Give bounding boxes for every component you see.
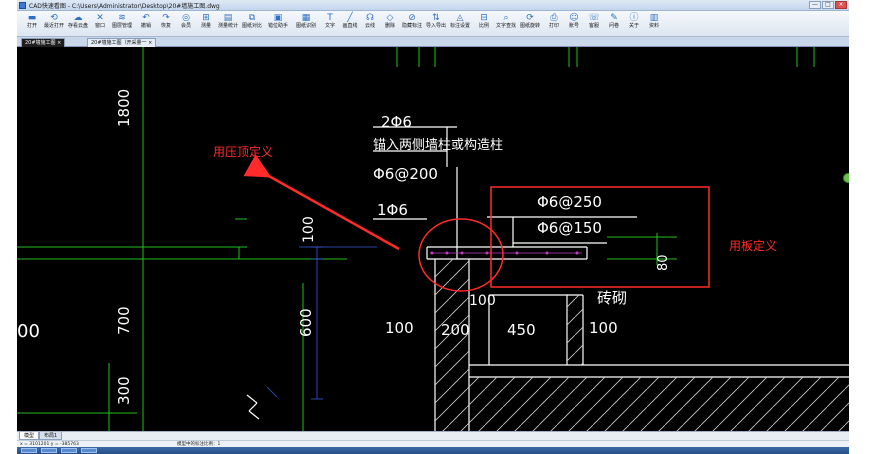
toolbar-button-21[interactable]: ⌕ 文字查找 bbox=[495, 13, 517, 35]
blue-dimension-lines bbox=[266, 246, 377, 400]
dim-100-b: 100 bbox=[589, 319, 618, 337]
label-phi6-150: Φ6@150 bbox=[537, 219, 602, 237]
text-search-icon: ⌕ bbox=[503, 13, 509, 23]
green-grid-lines bbox=[17, 47, 815, 431]
wall-hatch bbox=[435, 259, 469, 431]
taskbar-item[interactable] bbox=[41, 448, 57, 453]
document-tabs: 20#墙施工图 × 20#墙施工图（开采量一 × bbox=[17, 37, 849, 47]
taskbar-start-button[interactable] bbox=[21, 448, 37, 453]
toolbar-button-label: 资料 bbox=[648, 23, 659, 29]
compare-icon: ⧉ bbox=[248, 13, 256, 23]
layers-icon: ≋ bbox=[118, 13, 126, 23]
parapet-annotation-label: 用压顶定义 bbox=[213, 145, 274, 159]
drawing-canvas[interactable]: 2Φ6 锚入两侧墙柱或构造柱 Φ6@200 1Φ6 Φ6@250 Φ6@150 … bbox=[17, 47, 849, 431]
main-toolbar: ▬ 打开 ⟲ 最近打开 ☁ 存看云盘 ✕ 窗口 ≋ 图层管理 ↶ 撤销 ↷ 恢复 ◎ 会员 ⊞ 测量 ▤ 测量统计 ⧉ 图… bbox=[17, 11, 849, 37]
toolbar-button-19[interactable]: ◬ 标注设置 bbox=[449, 13, 471, 35]
toolbar-button-17[interactable]: ⊘ 隐藏标注 bbox=[401, 13, 423, 35]
tab-model[interactable]: 模型 bbox=[19, 432, 40, 440]
brick-hatch bbox=[567, 295, 583, 365]
minimize-button[interactable]: — bbox=[809, 1, 821, 9]
toolbar-button-18[interactable]: ⇅ 导入导出 bbox=[425, 13, 447, 35]
tab-label: 20#墙施工图 bbox=[25, 40, 56, 46]
docs-icon: ▥ bbox=[649, 13, 659, 23]
tab-label: 20#墙施工图（开采量一 bbox=[91, 40, 147, 46]
toolbar-button-label: 错位助手 bbox=[267, 23, 288, 29]
dim-100-c: 100 bbox=[469, 293, 496, 309]
scale-icon: ⊟ bbox=[480, 13, 488, 23]
text-icon: T bbox=[327, 13, 333, 23]
tab-close-icon[interactable]: × bbox=[57, 40, 61, 46]
tab-wall-drawing-copy[interactable]: 20#墙施工图（开采量一 × bbox=[87, 38, 157, 47]
measure-icon: ⊞ bbox=[202, 13, 210, 23]
eraser-icon: ◇ bbox=[386, 13, 394, 23]
dim-100-v: 100 bbox=[301, 216, 317, 243]
measure-stats-icon: ▤ bbox=[223, 13, 233, 23]
dim-600: 600 bbox=[297, 308, 315, 337]
taskbar-item[interactable] bbox=[61, 448, 77, 453]
dim-300: 300 bbox=[115, 376, 133, 405]
toolbar-button-11[interactable]: ▣ 错位助手 bbox=[267, 13, 289, 35]
tab-wall-drawing[interactable]: 20#墙施工图 × bbox=[21, 38, 66, 47]
tab-close-icon[interactable]: × bbox=[148, 40, 152, 46]
vip-icon: ◎ bbox=[182, 13, 190, 23]
window-title: CAD快速看图 - C:\Users\Administrator\Desktop… bbox=[29, 3, 220, 10]
close-button[interactable]: × bbox=[835, 1, 847, 9]
line-icon: ╱ bbox=[347, 13, 353, 23]
label-anchor-note: 锚入两侧墙柱或构造柱 bbox=[373, 138, 503, 153]
cad-viewer-window: CAD快速看图 - C:\Users\Administrator\Desktop… bbox=[17, 0, 849, 454]
dim-00: 00 bbox=[17, 321, 40, 342]
toolbar-button-22[interactable]: ⟳ 图纸旋转 bbox=[519, 13, 541, 35]
import-export-icon: ⇅ bbox=[432, 13, 440, 23]
taskbar bbox=[17, 447, 849, 454]
assistant-icon: ▣ bbox=[273, 13, 283, 23]
label-2phi6: 2Φ6 bbox=[381, 113, 412, 131]
window-icon: ✕ bbox=[96, 13, 104, 23]
annotation-settings-icon: ◬ bbox=[456, 13, 464, 23]
label-phi6-200: Φ6@200 bbox=[373, 165, 438, 183]
toolbar-button-9[interactable]: ▤ 测量统计 bbox=[217, 13, 239, 35]
layout-tabs: 模型 布局1 bbox=[17, 431, 849, 440]
hide-annotation-icon: ⊘ bbox=[408, 13, 416, 23]
foundation-hatch bbox=[469, 377, 849, 431]
taskbar-item[interactable] bbox=[81, 448, 97, 453]
window-controls: — □ × bbox=[809, 1, 847, 9]
label-brick: 砖砌 bbox=[597, 289, 627, 307]
print-icon: ⎙ bbox=[550, 13, 558, 23]
label-phi6-250: Φ6@250 bbox=[537, 193, 602, 211]
status-bar: x = 3101201 y = -385763 模型中的标注比例：1 bbox=[17, 440, 849, 447]
undo-icon: ↶ bbox=[142, 13, 150, 23]
survey-icon: ✎ bbox=[610, 13, 618, 23]
rotate-icon: ⟳ bbox=[526, 13, 534, 23]
folder-open-icon: ▬ bbox=[27, 13, 37, 23]
label-1phi6: 1Φ6 bbox=[377, 201, 408, 219]
history-icon: ⟲ bbox=[50, 13, 58, 23]
toolbar-button-4[interactable]: ≋ 图层管理 bbox=[111, 13, 133, 35]
tab-layout1[interactable]: 布局1 bbox=[39, 432, 63, 440]
about-icon: ⓘ bbox=[629, 13, 639, 23]
account-icon: ☺ bbox=[569, 13, 579, 23]
cloud-icon: ☁ bbox=[73, 13, 83, 23]
floating-assistant-button[interactable] bbox=[843, 173, 849, 183]
cloud-line-icon: ☊ bbox=[366, 13, 374, 23]
recognize-icon: ▦ bbox=[301, 13, 311, 23]
dim-450: 450 bbox=[507, 321, 536, 339]
dim-200: 200 bbox=[441, 321, 470, 339]
maximize-button[interactable]: □ bbox=[822, 1, 834, 9]
cad-drawing: 2Φ6 锚入两侧墙柱或构造柱 Φ6@200 1Φ6 Φ6@250 Φ6@150 … bbox=[17, 47, 849, 431]
app-logo-icon bbox=[19, 2, 26, 9]
slab-annotation-label: 用板定义 bbox=[729, 239, 778, 253]
toolbar-button-1[interactable]: ⟲ 最近打开 bbox=[43, 13, 65, 35]
dim-1800: 1800 bbox=[115, 89, 133, 127]
toolbar-button-28[interactable]: ▥ 资料 bbox=[643, 13, 665, 35]
toolbar-button-10[interactable]: ⧉ 图纸对比 bbox=[241, 13, 263, 35]
toolbar-button-12[interactable]: ▦ 图纸识别 bbox=[295, 13, 317, 35]
support-icon: ☏ bbox=[588, 13, 600, 23]
dim-80: 80 bbox=[656, 254, 671, 271]
dim-700: 700 bbox=[115, 306, 133, 335]
dim-100-a: 100 bbox=[385, 319, 414, 337]
title-bar: CAD快速看图 - C:\Users\Administrator\Desktop… bbox=[17, 0, 849, 11]
redo-icon: ↷ bbox=[162, 13, 170, 23]
